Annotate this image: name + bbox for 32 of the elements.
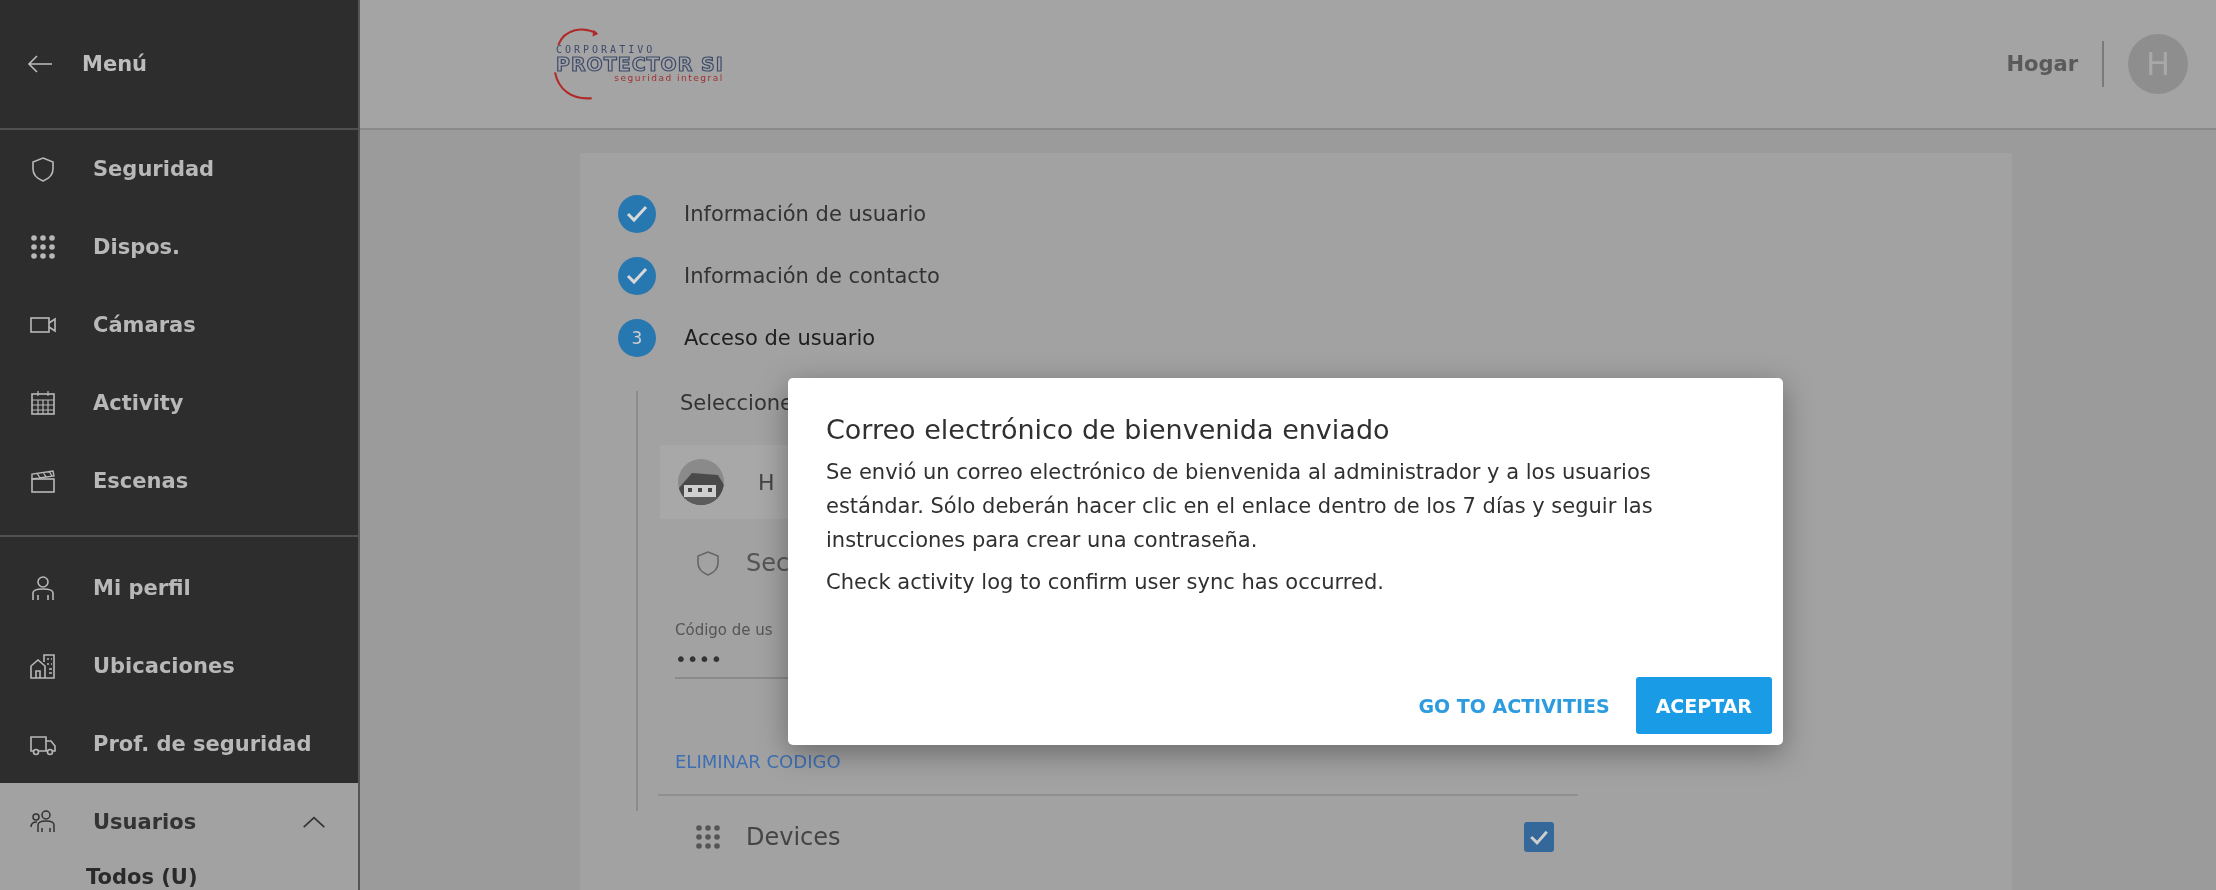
dialog-title: Correo electrónico de bienvenida enviado: [826, 414, 1391, 445]
sidebar-item[interactable]: Dispos.: [0, 208, 358, 286]
dialog-message: Check activity log to confirm user sync has occurred.: [826, 569, 1385, 596]
shield-icon: [694, 549, 722, 577]
back-button[interactable]: Menú: [0, 0, 358, 130]
checkbox[interactable]: [1524, 822, 1554, 852]
sidebar-subitem[interactable]: Todos (U): [0, 861, 358, 890]
sidebar-item[interactable]: Ubicaciones: [0, 627, 358, 705]
chevron-up-icon[interactable]: [302, 814, 326, 830]
permission-label: Devices: [746, 823, 842, 851]
calendar-icon: [29, 389, 57, 417]
sidebar-item[interactable]: Escenas: [0, 442, 358, 520]
sidebar-item[interactable]: Prof. de seguridad: [0, 705, 358, 783]
dots-grid-icon: [29, 233, 57, 261]
dialog-message: Se envió un correo electrónico de bienvenida al administrador y a los usuarios estándar. Sólo deberán hacer clic en el enlace dentro de los 7 días y seguir las instrucciones para crear una contraseña.: [826, 459, 1654, 554]
step-label[interactable]: Acceso de usuario: [684, 326, 876, 350]
dots-grid-icon: [694, 823, 722, 851]
sidebar-item[interactable]: Activity: [0, 364, 358, 442]
sidebar-item[interactable]: Seguridad: [0, 130, 358, 208]
section-title: Sec: [746, 549, 790, 577]
sidebar-item[interactable]: Usuarios: [0, 783, 358, 861]
prompt-text: Seleccione: [680, 391, 793, 417]
sidebar-item[interactable]: Mi perfil: [0, 549, 358, 627]
sidebar-item[interactable]: Cámaras: [0, 286, 358, 364]
building-icon: [29, 652, 57, 680]
step-label[interactable]: Información de usuario: [684, 202, 927, 226]
logo[interactable]: CORPORATIVO PROTECTOR SI seguridad integral: [550, 24, 724, 104]
shield-icon: [29, 155, 57, 183]
person-icon: [29, 574, 57, 602]
step-label[interactable]: Información de contacto: [684, 264, 940, 288]
step-number: 3: [618, 319, 656, 357]
clapperboard-icon: [29, 467, 57, 495]
